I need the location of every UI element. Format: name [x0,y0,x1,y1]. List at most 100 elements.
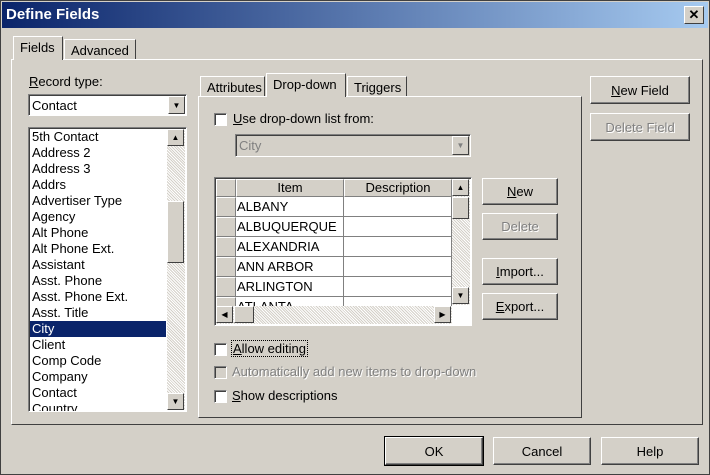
export-button[interactable]: Export... [482,293,558,320]
close-button[interactable]: ✕ [684,6,704,24]
new-field-button[interactable]: New Field [590,76,690,104]
show-descriptions-label: Show descriptions [232,388,338,403]
record-type-label: Record type: [29,74,103,89]
allow-editing-checkbox[interactable] [214,343,227,356]
scroll-thumb[interactable] [167,201,184,263]
delete-item-label: Delete [501,219,539,234]
delete-item-button[interactable]: Delete [482,213,558,240]
grid-rows: ALBANY ALBUQUERQUE ALEXANDRIA ANN ARBOR ARLI… [216,197,452,307]
grid-row-header[interactable] [216,237,236,257]
tab-drop-down[interactable]: Drop-down [266,73,346,97]
grid-cell-description[interactable] [344,197,452,217]
grid-scroll-up-button[interactable]: ▲ [452,179,469,196]
delete-field-button[interactable]: Delete Field [590,113,690,141]
chevron-down-icon: ▼ [456,141,465,150]
grid-row-header[interactable] [216,217,236,237]
scroll-down-icon: ▼ [456,291,465,300]
new-item-button[interactable]: New [482,178,558,205]
close-icon: ✕ [688,7,700,22]
grid-scroll-left-button[interactable]: ◀ [216,306,233,323]
grid-row-header[interactable] [216,277,236,297]
field-list-item[interactable]: Comp Code [30,353,166,369]
grid-row-header[interactable] [216,257,236,277]
tab-attributes[interactable]: Attributes [200,76,265,97]
scroll-down-button[interactable]: ▼ [167,393,184,410]
cancel-label: Cancel [521,443,563,459]
drop-down-source-select[interactable]: City ▼ [235,134,471,157]
import-button[interactable]: Import... [482,258,558,285]
delete-field-label: Delete Field [605,119,675,135]
title-bar[interactable]: Define Fields ✕ [2,2,708,28]
scroll-up-icon: ▲ [456,183,465,192]
field-list-item[interactable]: 5th Contact [30,129,166,145]
grid-header-description[interactable]: Description [344,179,452,197]
allow-editing-label: Allow editing [231,340,308,357]
field-list-item[interactable]: Agency [30,209,166,225]
auto-add-items-checkbox[interactable] [214,366,227,379]
chevron-down-icon: ▼ [172,100,181,110]
grid-header-item[interactable]: Item [236,179,344,197]
grid-cell-description[interactable] [344,257,452,277]
field-list-item[interactable]: City [30,321,166,337]
field-list-items: 5th Contact Address 2 Address 3 Addrs Advert… [30,129,166,411]
field-list-item[interactable]: Country [30,401,166,411]
grid-cell-description[interactable] [344,217,452,237]
help-button[interactable]: Help [601,437,699,465]
help-label: Help [636,443,664,459]
tab-advanced[interactable]: Advanced [64,39,136,60]
grid-cell-item[interactable]: ALBANY [236,197,344,217]
scroll-down-icon: ▼ [171,397,180,406]
ok-button[interactable]: OK [384,436,484,466]
record-type-dropdown-button[interactable]: ▼ [168,96,185,114]
window-title: Define Fields [6,6,100,23]
field-list-item[interactable]: Company [30,369,166,385]
use-drop-down-list-label: Use drop-down list from: [233,111,374,126]
scroll-up-button[interactable]: ▲ [167,129,184,146]
field-list-item[interactable]: Contact [30,385,166,401]
grid-horizontal-thumb[interactable] [234,306,254,323]
drop-down-source-arrow[interactable]: ▼ [452,136,469,155]
grid-cell-description[interactable] [344,237,452,257]
grid-row-header[interactable] [216,197,236,217]
grid-vertical-scrollbar[interactable]: ▲ ▼ [452,179,470,305]
field-list-item[interactable]: Assistant [30,257,166,273]
grid-scroll-right-button[interactable]: ▶ [434,306,451,323]
field-list-item[interactable]: Client [30,337,166,353]
cancel-button[interactable]: Cancel [493,437,591,465]
tab-fields-label: Fields [20,40,55,55]
grid-scroll-down-button[interactable]: ▼ [452,287,469,304]
import-label: Import... [496,264,544,279]
drop-down-items-grid[interactable]: Item Description ALBANY ALBUQUERQUE ALEXAN… [214,177,472,326]
ok-label: OK [424,443,444,459]
field-list-item[interactable]: Advertiser Type [30,193,166,209]
grid-header-item-label: Item [277,180,303,195]
grid-cell-item[interactable]: ALBUQUERQUE [236,217,344,237]
show-descriptions-checkbox[interactable] [214,390,227,403]
field-list[interactable]: 5th Contact Address 2 Address 3 Addrs Advert… [28,127,187,412]
field-list-item[interactable]: Asst. Phone [30,273,166,289]
field-list-item[interactable]: Asst. Phone Ext. [30,289,166,305]
field-list-item[interactable]: Address 2 [30,145,166,161]
grid-cell-item[interactable]: ARLINGTON [236,277,344,297]
field-list-item[interactable]: Alt Phone Ext. [30,241,166,257]
drop-down-source-value: City [239,138,262,153]
grid-vertical-thumb[interactable] [452,197,469,219]
new-field-label: New Field [611,82,669,98]
scroll-right-icon: ▶ [439,310,446,319]
use-drop-down-list-checkbox[interactable] [214,113,227,126]
grid-horizontal-scrollbar[interactable]: ◀ ▶ [216,306,452,324]
tab-fields[interactable]: Fields [13,36,63,60]
field-list-item[interactable]: Address 3 [30,161,166,177]
record-type-select[interactable]: Contact ▼ [28,94,187,116]
tab-triggers[interactable]: Triggers [347,76,407,97]
tab-triggers-label: Triggers [354,80,402,95]
scroll-left-icon: ◀ [221,310,228,319]
grid-corner-header [216,179,236,197]
field-list-item[interactable]: Addrs [30,177,166,193]
grid-cell-description[interactable] [344,277,452,297]
grid-cell-item[interactable]: ALEXANDRIA [236,237,344,257]
field-list-item[interactable]: Alt Phone [30,225,166,241]
field-list-item[interactable]: Asst. Title [30,305,166,321]
field-list-scrollbar[interactable]: ▲ ▼ [167,129,185,410]
grid-cell-item[interactable]: ANN ARBOR [236,257,344,277]
